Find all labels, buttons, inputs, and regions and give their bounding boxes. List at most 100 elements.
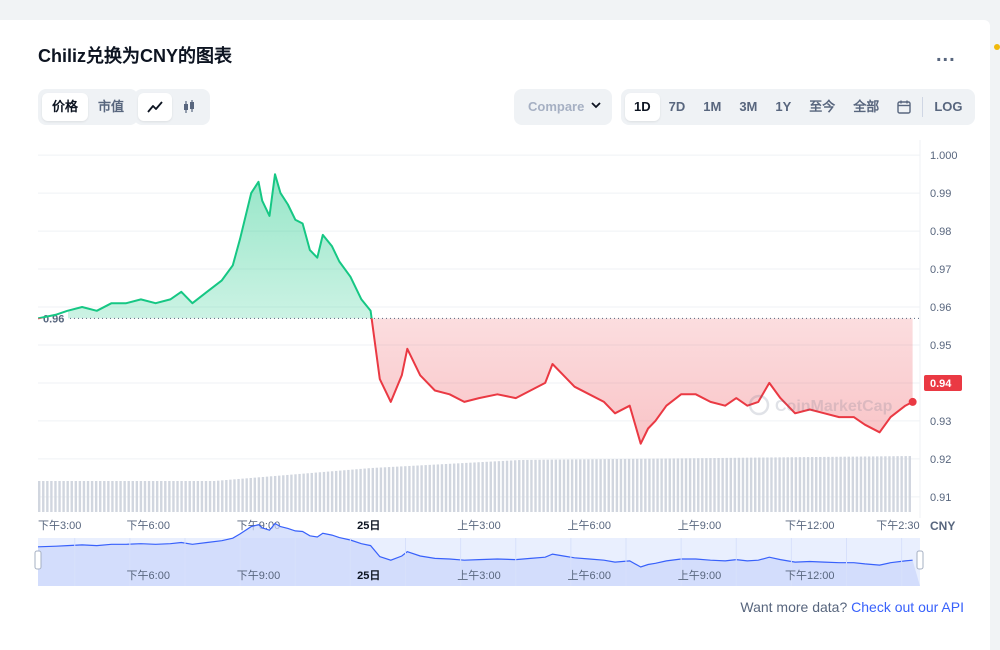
volume-bar bbox=[758, 457, 761, 512]
volume-bar bbox=[387, 467, 391, 512]
volume-bar bbox=[595, 459, 598, 512]
volume-bar bbox=[265, 476, 269, 512]
volume-bar bbox=[436, 464, 440, 512]
volume-bar bbox=[343, 470, 346, 512]
volume-bar bbox=[884, 456, 887, 512]
volume-bars bbox=[38, 456, 911, 512]
volume-bar bbox=[253, 477, 257, 512]
api-link[interactable]: Check out our API bbox=[851, 599, 964, 615]
volume-bar bbox=[363, 468, 366, 512]
volume-bar bbox=[473, 462, 476, 512]
volume-bar bbox=[176, 481, 179, 512]
quote-currency-label: CNY bbox=[930, 519, 955, 533]
volume-bar bbox=[851, 456, 855, 512]
volume-bar bbox=[786, 457, 789, 512]
volume-bar bbox=[168, 481, 171, 512]
watermark-text: CoinMarketCap bbox=[775, 398, 893, 415]
volume-bar bbox=[74, 481, 78, 512]
volume-bar bbox=[896, 456, 899, 512]
volume-bar bbox=[310, 472, 313, 512]
volume-bar bbox=[542, 459, 545, 512]
volume-bar bbox=[269, 476, 273, 512]
current-price-label: 0.94 bbox=[930, 378, 952, 390]
volume-bar bbox=[729, 457, 732, 512]
volume-bar bbox=[627, 458, 631, 512]
volume-bar bbox=[229, 479, 232, 512]
watermark: CoinMarketCap bbox=[748, 394, 893, 416]
volume-bar bbox=[164, 481, 167, 512]
volume-bar bbox=[790, 457, 794, 512]
volume-bar bbox=[493, 461, 497, 512]
volume-bar bbox=[900, 456, 903, 512]
volume-bar bbox=[892, 456, 895, 512]
volume-bar bbox=[827, 456, 830, 512]
y-axis: 1.000 0.99 0.98 0.97 0.96 0.95 0.94 0.93 0.92 0.9… bbox=[930, 150, 958, 504]
volume-bar bbox=[440, 464, 444, 512]
volume-bar bbox=[82, 481, 86, 512]
volume-bar bbox=[196, 481, 200, 512]
volume-bar bbox=[619, 458, 623, 512]
volume-bar bbox=[631, 458, 635, 512]
volume-bar bbox=[697, 458, 700, 512]
volume-bar bbox=[103, 481, 106, 512]
volume-bar bbox=[513, 460, 517, 512]
volume-bar bbox=[416, 465, 419, 512]
volume-bar bbox=[855, 456, 859, 512]
volume-bar bbox=[839, 456, 842, 512]
y-tick-label: 0.96 bbox=[930, 302, 951, 314]
navigator-tick-label: 下午12:00 bbox=[785, 569, 835, 582]
volume-bar bbox=[151, 481, 155, 512]
volume-bar bbox=[432, 464, 436, 512]
volume-bar bbox=[86, 481, 90, 512]
volume-bar bbox=[412, 465, 415, 512]
volume-bar bbox=[603, 459, 606, 512]
volume-bar bbox=[485, 461, 488, 512]
volume-bar bbox=[566, 459, 570, 512]
volume-bar bbox=[713, 458, 716, 512]
volume-bar bbox=[351, 469, 354, 512]
volume-bar bbox=[371, 467, 374, 512]
volume-bar bbox=[652, 458, 655, 512]
volume-bar bbox=[469, 462, 472, 512]
volume-bar bbox=[42, 481, 45, 512]
volume-bar bbox=[859, 456, 863, 512]
x-tick-label: 25日 bbox=[357, 519, 380, 532]
volume-bar bbox=[261, 476, 265, 512]
y-tick-label: 0.91 bbox=[930, 492, 951, 504]
volume-bar bbox=[753, 457, 757, 512]
x-tick-label: 下午2:30 bbox=[876, 519, 919, 532]
volume-bar bbox=[379, 467, 383, 512]
volume-bar bbox=[408, 465, 411, 512]
y-tick-label: 0.92 bbox=[930, 454, 951, 466]
volume-bar bbox=[526, 459, 529, 512]
volume-bar bbox=[680, 458, 684, 512]
volume-bar bbox=[709, 458, 712, 512]
volume-bar bbox=[400, 466, 403, 512]
volume-bar bbox=[322, 471, 326, 512]
volume-bar bbox=[481, 462, 484, 512]
volume-bar bbox=[70, 481, 73, 512]
volume-bar bbox=[688, 458, 692, 512]
volume-bar bbox=[444, 463, 448, 512]
volume-bar bbox=[78, 481, 82, 512]
volume-bar bbox=[62, 481, 65, 512]
volume-bar bbox=[115, 481, 118, 512]
volume-bar bbox=[318, 472, 322, 512]
volume-bar bbox=[615, 459, 619, 512]
volume-bar bbox=[692, 458, 696, 512]
volume-bar bbox=[550, 459, 553, 512]
range-navigator[interactable]: 下午6:00 下午9:00 25日 上午3:00 上午6:00 上午9:00 下午12:00 bbox=[34, 522, 924, 587]
volume-bar bbox=[721, 457, 724, 512]
volume-bar bbox=[184, 481, 187, 512]
volume-bar bbox=[200, 481, 204, 512]
x-axis: 下午3:00下午6:00下午9:0025日上午3:00上午6:00上午9:00下… bbox=[38, 519, 920, 532]
volume-bar bbox=[278, 475, 281, 512]
volume-bar bbox=[664, 458, 667, 512]
navigator-left-handle[interactable] bbox=[34, 550, 42, 570]
navigator-right-handle[interactable] bbox=[916, 550, 924, 570]
volume-bar bbox=[505, 460, 509, 512]
volume-bar bbox=[204, 481, 208, 512]
volume-bar bbox=[867, 456, 871, 512]
volume-bar bbox=[741, 457, 745, 512]
volume-bar bbox=[241, 478, 244, 512]
